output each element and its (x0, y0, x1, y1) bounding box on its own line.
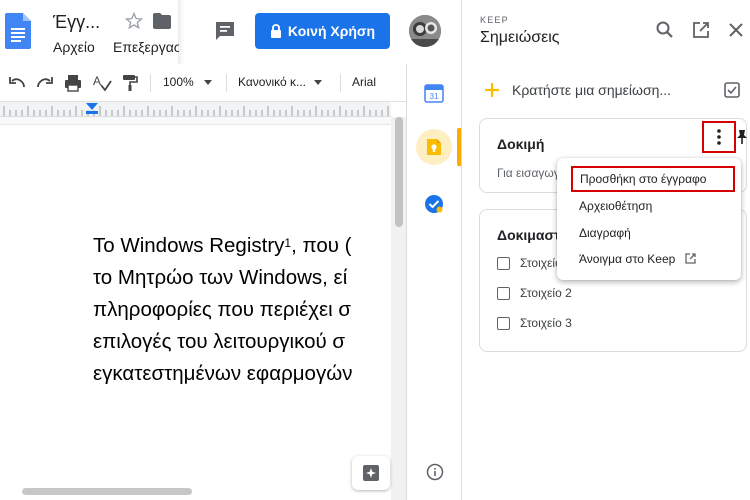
user-avatar[interactable] (409, 15, 441, 47)
star-icon[interactable] (124, 11, 144, 31)
search-icon[interactable] (655, 20, 675, 40)
ruler-scale (3, 103, 389, 116)
calendar-icon[interactable]: 31 (424, 83, 444, 103)
zoom-select[interactable]: 100% (163, 75, 212, 89)
note-context-menu: Προσθήκη στο έγγραφο Αρχειοθέτηση Διαγρα… (557, 158, 741, 280)
menu-item-archive[interactable]: Αρχειοθέτηση (557, 193, 741, 219)
header-divider (178, 0, 184, 64)
chevron-down-icon (314, 79, 322, 85)
checkbox[interactable] (497, 316, 510, 330)
panel-kicker: KEEP (480, 15, 509, 25)
menu-edit[interactable]: Επεξεργασία (113, 39, 179, 55)
take-note-row[interactable]: Κρατήστε μια σημείωση... (462, 74, 750, 104)
document-page[interactable]: Το Windows Registry1, που ( το Μητρώο τω… (0, 125, 391, 500)
external-link-icon (685, 253, 696, 264)
comment-history-icon[interactable] (213, 19, 237, 43)
document-canvas: Το Windows Registry1, που ( το Μητρώο τω… (0, 117, 391, 500)
explore-sparkle-icon (363, 465, 379, 481)
avatar-photo-icon (409, 15, 441, 47)
panel-title: Σημειώσεις (480, 29, 560, 46)
scrollbar-thumb[interactable] (395, 117, 403, 227)
font-value: Arial (352, 75, 377, 89)
docs-header: Έγγ... Αρχείο Επεξεργασία Κοινή Χρήση (0, 0, 461, 64)
share-button[interactable]: Κοινή Χρήση (255, 13, 390, 49)
vertical-scrollbar[interactable] (391, 117, 406, 500)
ruler[interactable] (0, 102, 391, 117)
text-line: Το Windows Registry1, που ( (93, 234, 352, 257)
lock-icon (270, 24, 281, 38)
checklist-item-label: Στοιχείο 3 (520, 316, 572, 330)
document-body[interactable]: Το Windows Registry1, που ( το Μητρώο τω… (93, 230, 391, 390)
checklist-item[interactable]: Στοιχείο 3 (497, 316, 572, 330)
checklist-item-label: Στοιχείο 2 (520, 286, 572, 300)
plus-icon (485, 83, 499, 97)
print-icon[interactable] (63, 73, 83, 93)
footnote-marker: 1 (284, 236, 292, 250)
keep-icon[interactable] (426, 138, 442, 156)
spellcheck-icon[interactable]: A (92, 73, 112, 93)
info-icon[interactable] (426, 463, 444, 481)
formatting-toolbar: A 100% Κανονικό κ... Arial (0, 64, 406, 102)
horizontal-scrollbar-thumb[interactable] (22, 488, 192, 495)
pin-icon[interactable] (736, 129, 748, 145)
undo-icon[interactable] (7, 73, 27, 93)
text-line: πληροφορίες που περιέχει σ (93, 298, 352, 321)
new-list-checkbox-icon[interactable] (724, 82, 740, 98)
menu-item-label: Άνοιγμα στο Keep (579, 252, 676, 266)
calendar-day: 31 (430, 92, 439, 101)
svg-text:A: A (93, 74, 101, 88)
text-line: επιλογές του λειτουργικού σ (93, 330, 346, 353)
paragraph-style-select[interactable]: Κανονικό κ... (238, 75, 322, 89)
google-docs-logo-icon[interactable] (5, 13, 31, 49)
close-icon[interactable] (726, 20, 746, 40)
menu-item-delete[interactable]: Διαγραφή (557, 220, 741, 246)
share-label: Κοινή Χρήση (287, 23, 376, 39)
note-title: Δοκιμή (497, 136, 545, 152)
checkbox[interactable] (497, 286, 510, 300)
indent-marker (86, 103, 98, 110)
more-options-icon[interactable] (702, 121, 736, 153)
checklist-item[interactable]: Στοιχείο 2 (497, 286, 572, 300)
paint-format-icon[interactable] (120, 73, 140, 93)
text-line: εγκατεστημένων εφαρμογών (93, 362, 353, 385)
toolbar-divider (340, 74, 341, 92)
document-title[interactable]: Έγγ... (53, 12, 100, 33)
chevron-down-icon (203, 79, 212, 85)
style-value: Κανονικό κ... (238, 75, 306, 89)
toolbar-divider (150, 74, 151, 92)
checkbox[interactable] (497, 256, 510, 270)
toolbar-divider (226, 74, 227, 92)
folder-icon[interactable] (152, 12, 172, 30)
menu-item-open-in-keep[interactable]: Άνοιγμα στο Keep (557, 246, 741, 272)
zoom-value: 100% (163, 75, 194, 89)
open-in-new-tab-icon[interactable] (691, 20, 711, 40)
text-line: το Μητρώο των Windows, εί (93, 266, 348, 289)
redo-icon[interactable] (35, 73, 55, 93)
first-line-indent-marker (86, 111, 98, 114)
menu-file[interactable]: Αρχείο (53, 39, 95, 55)
take-note-placeholder: Κρατήστε μια σημείωση... (512, 82, 672, 98)
explore-button[interactable] (352, 456, 390, 490)
vertical-dots-icon (717, 129, 721, 145)
tasks-icon[interactable] (424, 194, 444, 214)
font-select[interactable]: Arial (352, 75, 376, 89)
note-title: Δοκιμαστ (497, 227, 561, 243)
menu-item-add-to-document[interactable]: Προσθήκη στο έγγραφο (571, 166, 735, 192)
